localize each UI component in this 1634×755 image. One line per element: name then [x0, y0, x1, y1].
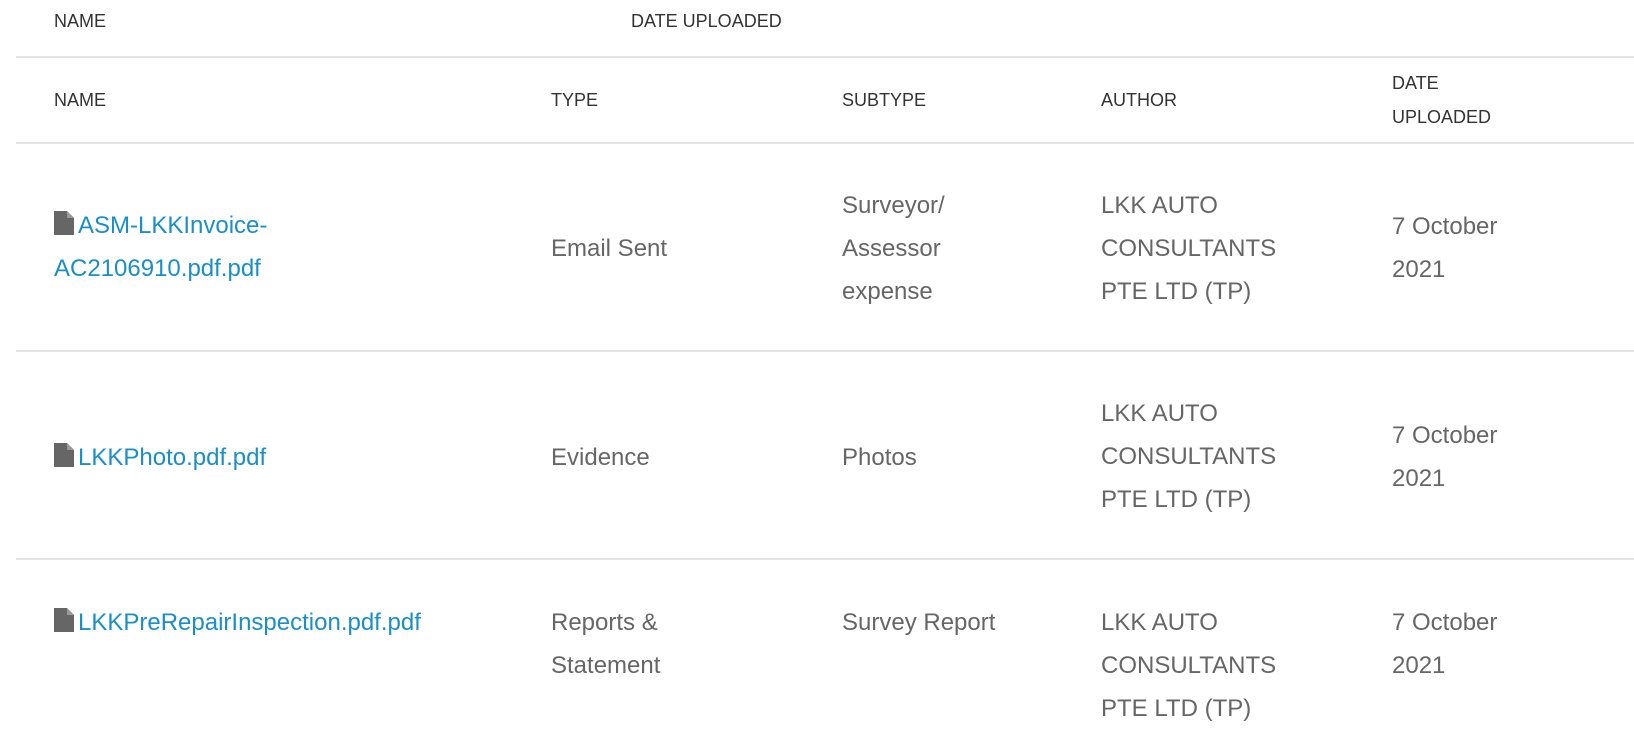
document-author-line3: PTE LTD (TP): [1101, 278, 1252, 305]
document-name-line2: AC2106910.pdf.pdf: [54, 255, 261, 282]
document-author-cell: LKK AUTO CONSULTANTS PTE LTD (TP): [1101, 392, 1361, 521]
document-type-cell: Evidence: [551, 436, 811, 479]
document-author-cell: LKK AUTO CONSULTANTS PTE LTD (TP): [1101, 184, 1361, 313]
table-row: ASM-LKKInvoice- AC2106910.pdf.pdf Email …: [16, 144, 1634, 352]
table-header-row: NAME TYPE SUBTYPE AUTHOR DATE UPLOADED: [16, 58, 1634, 144]
document-name-cell: LKKPreRepairInspection.pdf.pdf: [54, 601, 524, 644]
document-date-cell: 7 October 2021: [1392, 205, 1592, 291]
document-subtype-cell: Surveyor/ Assessor expense: [842, 184, 1072, 313]
document-date-line1: 7 October: [1392, 213, 1498, 240]
sticky-table-header: NAME DATE UPLOADED: [16, 0, 1634, 58]
column-header-author[interactable]: AUTHOR: [1101, 83, 1177, 117]
sticky-header-name[interactable]: NAME: [54, 10, 106, 32]
document-date-line2: 2021: [1392, 465, 1446, 492]
document-author-line2: CONSULTANTS: [1101, 652, 1277, 679]
document-date-line1: 7 October: [1392, 422, 1498, 449]
document-subtype-line3: expense: [842, 278, 933, 305]
document-date-line2: 2021: [1392, 652, 1446, 679]
column-header-date-uploaded[interactable]: DATE UPLOADED: [1392, 66, 1491, 134]
document-subtype-line1: Surveyor/: [842, 192, 945, 219]
document-name-cell: ASM-LKKInvoice- AC2106910.pdf.pdf: [54, 204, 524, 290]
file-icon: [54, 443, 74, 467]
column-header-subtype[interactable]: SUBTYPE: [842, 83, 926, 117]
table-row: LKKPreRepairInspection.pdf.pdf Reports &…: [16, 560, 1634, 755]
document-link[interactable]: LKKPhoto.pdf.pdf: [54, 443, 267, 471]
document-type-line2: Statement: [551, 652, 661, 679]
document-author-cell: LKK AUTO CONSULTANTS PTE LTD (TP): [1101, 601, 1361, 730]
document-date-line2: 2021: [1392, 256, 1446, 283]
document-name-line1: LKKPhoto.pdf.pdf: [78, 444, 267, 471]
document-author-line1: LKK AUTO: [1101, 400, 1218, 427]
table-row: LKKPhoto.pdf.pdf Evidence Photos LKK AUT…: [16, 352, 1634, 560]
file-icon: [54, 211, 74, 235]
document-subtype-line2: Assessor: [842, 235, 941, 262]
document-subtype-cell: Photos: [842, 436, 1072, 479]
documents-page: NAME DATE UPLOADED NAME TYPE SUBTYPE AUT…: [0, 0, 1634, 755]
document-date-line1: 7 October: [1392, 609, 1498, 636]
document-type-cell: Reports & Statement: [551, 601, 811, 687]
column-header-name[interactable]: NAME: [54, 83, 106, 117]
documents-table: NAME TYPE SUBTYPE AUTHOR DATE UPLOADED A…: [16, 58, 1634, 755]
document-type: Email Sent: [551, 235, 668, 262]
document-author-line3: PTE LTD (TP): [1101, 695, 1252, 722]
document-subtype-line1: Photos: [842, 444, 917, 471]
document-author-line2: CONSULTANTS: [1101, 235, 1277, 262]
document-date-cell: 7 October 2021: [1392, 414, 1592, 500]
document-name-cell: LKKPhoto.pdf.pdf: [54, 436, 524, 479]
file-icon: [54, 608, 74, 632]
document-date-cell: 7 October 2021: [1392, 601, 1592, 687]
document-author-line3: PTE LTD (TP): [1101, 486, 1252, 513]
column-header-date-line2: UPLOADED: [1392, 107, 1492, 127]
document-subtype-line1: Survey Report: [842, 609, 996, 636]
column-header-date-line1: DATE: [1392, 73, 1439, 93]
document-type-line1: Reports &: [551, 609, 658, 636]
document-name-line1: LKKPreRepairInspection.pdf.pdf: [78, 609, 421, 636]
document-type: Evidence: [551, 444, 650, 471]
document-link[interactable]: LKKPreRepairInspection.pdf.pdf: [54, 608, 421, 636]
column-header-type[interactable]: TYPE: [551, 83, 598, 117]
document-author-line1: LKK AUTO: [1101, 609, 1218, 636]
document-type-cell: Email Sent: [551, 227, 811, 270]
document-name-line1: ASM-LKKInvoice-: [78, 212, 268, 239]
document-author-line1: LKK AUTO: [1101, 192, 1218, 219]
sticky-header-date-uploaded[interactable]: DATE UPLOADED: [631, 10, 782, 32]
document-link[interactable]: ASM-LKKInvoice- AC2106910.pdf.pdf: [54, 211, 268, 282]
document-subtype-cell: Survey Report: [842, 601, 1072, 644]
document-author-line2: CONSULTANTS: [1101, 443, 1277, 470]
